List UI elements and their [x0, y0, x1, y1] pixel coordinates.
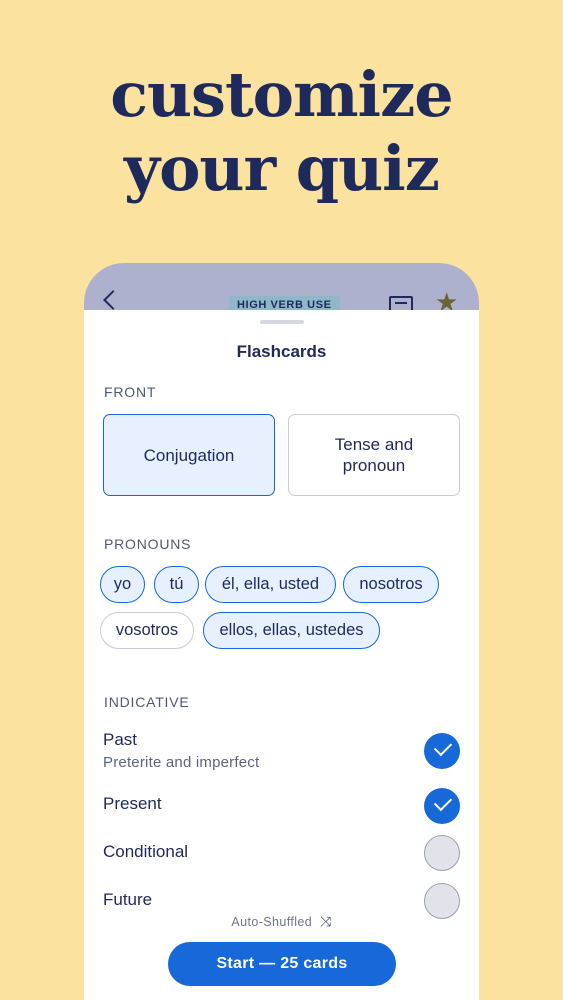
phone-frame: HIGH VERB USE ★ Flashcards FRONT Conjuga…: [84, 263, 479, 1000]
pronouns-section-label: PRONOUNS: [104, 536, 192, 552]
tense-row-past[interactable]: Past Preterite and imperfect: [103, 730, 460, 771]
pronoun-chip-tu[interactable]: tú: [154, 566, 199, 603]
app-topbar: HIGH VERB USE ★: [84, 263, 479, 315]
start-button[interactable]: Start — 25 cards: [168, 942, 396, 986]
headline-line-1: customize: [110, 58, 454, 131]
front-section-label: FRONT: [104, 384, 157, 400]
pronoun-chip-nosotros[interactable]: nosotros: [343, 566, 439, 603]
headline: customize your quiz: [0, 58, 563, 206]
checkmark-icon[interactable]: [424, 733, 460, 769]
front-option-conjugation[interactable]: Conjugation: [103, 414, 275, 496]
sheet-title: Flashcards: [236, 342, 327, 361]
tense-row-present[interactable]: Present: [103, 788, 460, 824]
flashcards-sheet: Flashcards FRONT Conjugation Tense and p…: [84, 310, 479, 1000]
auto-shuffle-note: Auto-Shuffled ⤨: [84, 913, 479, 930]
checkmark-icon[interactable]: [424, 788, 460, 824]
unchecked-circle-icon[interactable]: [424, 835, 460, 871]
front-option-tense-pronoun[interactable]: Tense and pronoun: [288, 414, 460, 496]
headline-line-2: your quiz: [124, 132, 440, 205]
tense-title: Future: [103, 890, 153, 909]
pronoun-chip-ellos-ellas-ustedes[interactable]: ellos, ellas, ustedes: [203, 612, 380, 649]
back-chevron-icon[interactable]: [103, 290, 123, 310]
auto-shuffle-label: Auto-Shuffled: [231, 915, 313, 929]
indicative-section-label: INDICATIVE: [104, 694, 190, 710]
pronoun-chip-yo[interactable]: yo: [100, 566, 145, 603]
shuffle-icon: ⤨: [319, 913, 332, 929]
tense-row-conditional[interactable]: Conditional: [103, 835, 460, 871]
tense-title: Present: [103, 794, 162, 813]
tense-title: Past: [103, 730, 138, 749]
pronoun-chip-el-ella-usted[interactable]: él, ella, usted: [205, 566, 336, 603]
sheet-drag-handle[interactable]: [260, 320, 304, 324]
tense-subtitle: Preterite and imperfect: [103, 754, 260, 771]
tense-row-future[interactable]: Future: [103, 883, 460, 919]
tense-title: Conditional: [103, 842, 189, 861]
pronoun-chip-vosotros[interactable]: vosotros: [100, 612, 194, 649]
